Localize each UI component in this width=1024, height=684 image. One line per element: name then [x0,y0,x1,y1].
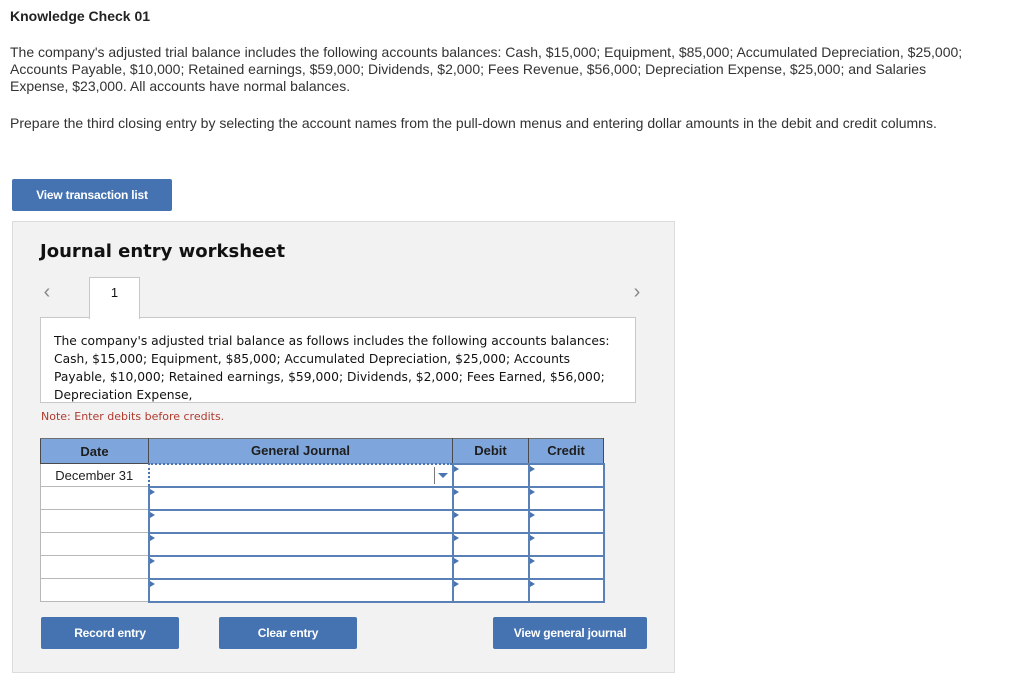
date-cell [40,532,149,556]
credit-input[interactable] [529,510,603,532]
debit-cell[interactable] [451,577,530,603]
tab-1[interactable]: 1 [89,277,140,319]
date-cell [40,555,149,579]
date-cell [40,578,149,602]
table-header-row: Date General Journal Debit Credit [40,438,604,464]
account-input[interactable] [149,487,452,509]
cell-marker-icon [149,488,155,495]
debit-cell[interactable] [451,554,530,580]
date-cell [40,509,149,533]
account-input[interactable] [149,464,452,486]
chevron-left-icon[interactable]: ‹ [37,280,57,304]
dropdown-arrow-icon[interactable] [433,466,452,484]
account-cell[interactable] [147,554,454,580]
cell-marker-icon [453,557,459,564]
worksheet-title: Journal entry worksheet [40,241,286,262]
account-input[interactable] [149,556,452,578]
debit-input[interactable] [453,510,528,532]
table-row [40,485,605,511]
record-entry-button[interactable]: Record entry [41,617,179,649]
cell-marker-icon [529,488,535,495]
transaction-description: The company's adjusted trial balance as … [40,317,636,403]
cell-marker-icon [149,580,155,587]
debit-input[interactable] [453,533,528,555]
cell-marker-icon [149,557,155,564]
cell-marker-icon [453,580,459,587]
header-general-journal: General Journal [148,438,453,464]
problem-statement: The company's adjusted trial balance inc… [10,44,963,94]
cell-marker-icon [529,511,535,518]
table-row [40,577,605,603]
date-cell: December 31 [40,463,149,487]
clear-entry-button[interactable]: Clear entry [219,617,357,649]
header-debit: Debit [452,438,529,464]
debit-cell[interactable] [451,485,530,511]
cell-marker-icon [529,580,535,587]
cell-marker-icon [529,534,535,541]
debit-cell[interactable] [451,508,530,534]
debit-cell[interactable] [451,531,530,557]
cell-marker-icon [529,557,535,564]
header-credit: Credit [528,438,604,464]
account-cell[interactable] [147,577,454,603]
cell-marker-icon [453,534,459,541]
credit-cell[interactable] [527,508,605,534]
credit-input[interactable] [529,579,603,601]
credit-cell[interactable] [527,462,605,488]
header-date: Date [40,438,149,464]
cell-marker-icon [453,488,459,495]
cell-marker-icon [453,465,459,472]
note-text: Note: Enter debits before credits. [41,410,225,423]
cell-marker-icon [453,511,459,518]
instructions: Prepare the third closing entry by selec… [10,115,937,131]
table-row: December 31 [40,462,605,488]
credit-cell[interactable] [527,531,605,557]
page-title: Knowledge Check 01 [10,8,151,24]
journal-entry-worksheet-panel: Journal entry worksheet ‹ 1 › The compan… [12,221,675,673]
cell-marker-icon [149,511,155,518]
account-input[interactable] [149,533,452,555]
credit-input[interactable] [529,464,603,486]
cell-marker-icon [149,534,155,541]
tab-label: 1 [110,285,119,300]
account-input[interactable] [149,510,452,532]
table-row [40,554,605,580]
credit-cell[interactable] [527,577,605,603]
credit-cell[interactable] [527,485,605,511]
debit-cell[interactable] [451,462,530,488]
account-cell[interactable] [147,531,454,557]
credit-input[interactable] [529,556,603,578]
table-row [40,531,605,557]
credit-input[interactable] [529,487,603,509]
account-cell[interactable] [147,508,454,534]
debit-input[interactable] [453,464,528,486]
chevron-right-icon[interactable]: › [627,280,647,304]
account-input[interactable] [149,579,452,601]
table-row [40,508,605,534]
view-transaction-list-button[interactable]: View transaction list [12,179,172,211]
credit-cell[interactable] [527,554,605,580]
date-cell [40,486,149,510]
debit-input[interactable] [453,487,528,509]
account-cell[interactable] [147,485,454,511]
credit-input[interactable] [529,533,603,555]
debit-input[interactable] [453,556,528,578]
account-select[interactable] [147,462,454,488]
view-general-journal-button[interactable]: View general journal [493,617,647,649]
journal-table: Date General Journal Debit Credit Decemb… [40,438,605,603]
debit-input[interactable] [453,579,528,601]
cell-marker-icon [529,465,535,472]
